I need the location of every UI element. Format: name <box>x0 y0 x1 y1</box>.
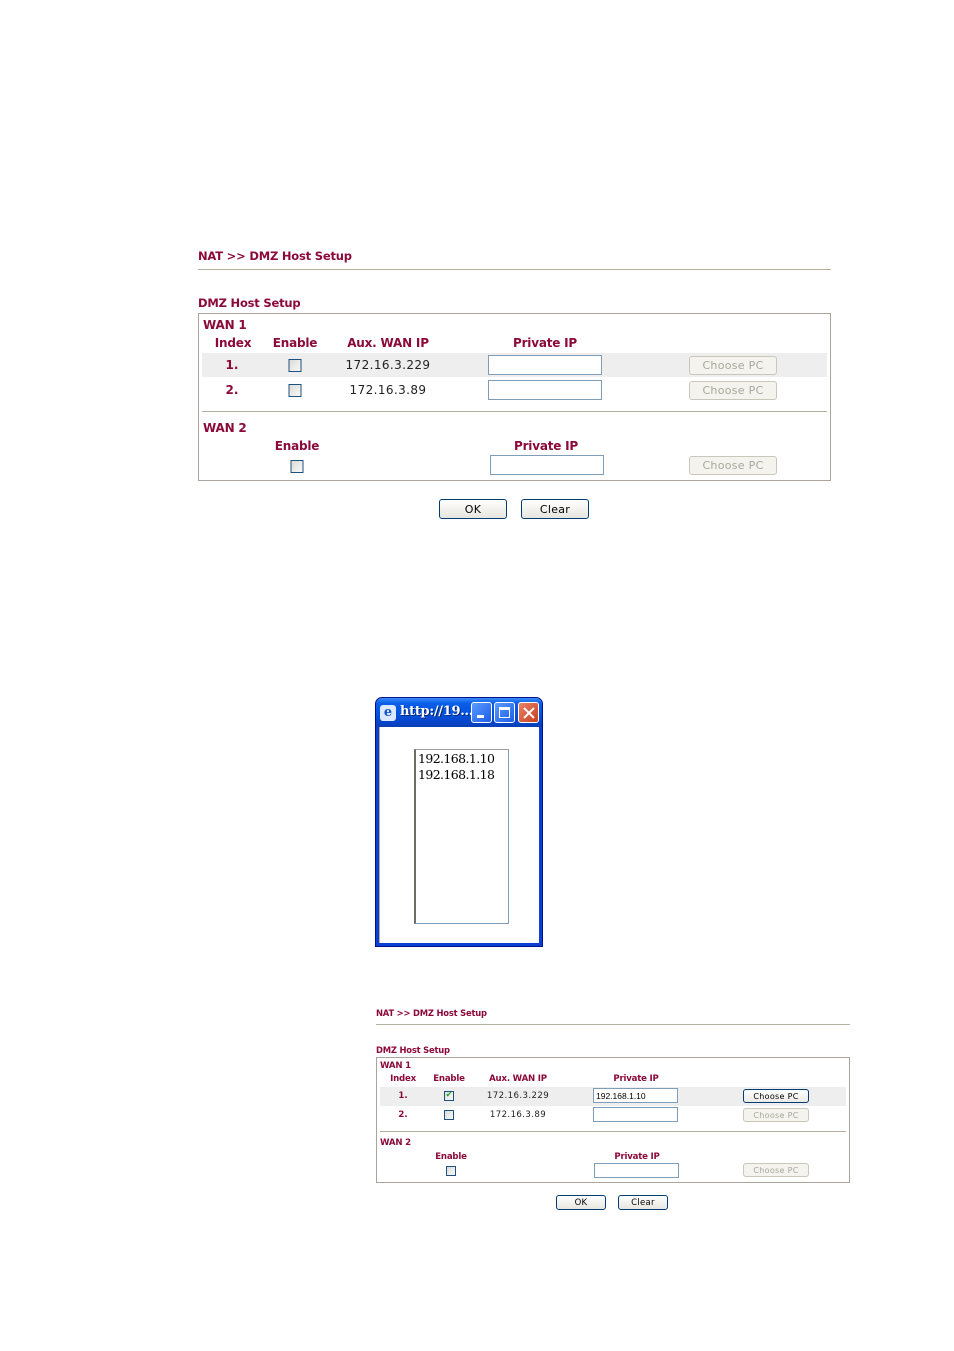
list-item[interactable]: 192.168.1.18 <box>418 767 506 783</box>
clear-button[interactable]: Clear <box>618 1195 668 1210</box>
ok-button[interactable]: OK <box>556 1195 606 1210</box>
choose-pc-button[interactable]: Choose PC <box>743 1089 809 1103</box>
section-title: DMZ Host Setup <box>376 1045 450 1055</box>
wan2-choose-pc-button[interactable]: Choose PC <box>689 456 777 475</box>
wan1-row-2: 2. 172.16.3.89 Choose PC <box>202 377 827 403</box>
popup-title: http://19... <box>400 704 473 719</box>
breadcrumb-divider <box>198 269 831 270</box>
wan2-choose-pc-button[interactable]: Choose PC <box>743 1163 809 1177</box>
list-item[interactable]: 192.168.1.10 <box>418 751 506 767</box>
ok-button[interactable]: OK <box>439 499 507 519</box>
wan2-private-ip-input[interactable] <box>594 1163 679 1178</box>
private-ip-input[interactable]: 192.168.1.10 <box>593 1088 678 1103</box>
header-enable: Enable <box>272 336 318 350</box>
breadcrumb: NAT >> DMZ Host Setup <box>376 1008 487 1018</box>
header-aux-wan-ip: Aux. WAN IP <box>347 336 429 350</box>
wan2-enable-checkbox[interactable] <box>290 460 304 473</box>
wan-divider <box>202 411 827 412</box>
header-index: Index <box>214 336 252 350</box>
enable-checkbox[interactable] <box>288 384 302 397</box>
wan2-enable-checkbox[interactable] <box>446 1166 456 1176</box>
breadcrumb: NAT >> DMZ Host Setup <box>198 249 352 263</box>
minimize-icon[interactable] <box>471 702 492 723</box>
header-enable: Enable <box>435 1152 467 1162</box>
header-enable: Enable <box>274 439 320 453</box>
header-private-ip: Private IP <box>614 1152 660 1162</box>
wan1-row-1: 1. 172.16.3.229 192.168.1.10 Choose PC <box>380 1087 846 1106</box>
wan2-title: WAN 2 <box>203 421 247 435</box>
enable-checkbox-checked[interactable] <box>444 1090 454 1101</box>
aux-wan-ip: 172.16.3.89 <box>349 383 427 397</box>
wan1-row-1: 1. 172.16.3.229 Choose PC <box>202 353 827 377</box>
popup-titlebar[interactable]: e http://19... <box>376 698 542 727</box>
row-index: 1. <box>398 1091 408 1101</box>
aux-wan-ip: 172.16.3.229 <box>345 358 431 372</box>
header-aux-wan-ip: Aux. WAN IP <box>489 1074 547 1084</box>
close-icon[interactable] <box>518 702 539 723</box>
breadcrumb-divider <box>376 1024 850 1025</box>
maximize-icon[interactable] <box>494 702 515 723</box>
row-index: 2. <box>225 383 239 397</box>
wan1-title: WAN 1 <box>380 1061 411 1071</box>
header-index: Index <box>390 1074 416 1084</box>
section-title: DMZ Host Setup <box>198 296 301 310</box>
dmz-settings-box: WAN 1 Index Enable Aux. WAN IP Private I… <box>376 1057 850 1183</box>
private-ip-input[interactable] <box>488 355 602 375</box>
header-private-ip: Private IP <box>613 1074 659 1084</box>
ie-icon: e <box>380 705 396 721</box>
choose-pc-button[interactable]: Choose PC <box>743 1108 809 1122</box>
choose-pc-button[interactable]: Choose PC <box>689 381 777 400</box>
wan1-row-2: 2. 172.16.3.89 Choose PC <box>380 1106 846 1125</box>
aux-wan-ip: 172.16.3.229 <box>486 1091 550 1101</box>
row-index: 1. <box>225 358 239 372</box>
enable-checkbox[interactable] <box>444 1110 454 1120</box>
choose-pc-button[interactable]: Choose PC <box>689 356 777 375</box>
header-enable: Enable <box>433 1074 465 1084</box>
dmz-settings-box: WAN 1 Index Enable Aux. WAN IP Private I… <box>198 313 831 481</box>
wan2-private-ip-input[interactable] <box>490 455 604 475</box>
private-ip-input[interactable] <box>488 380 602 400</box>
wan1-title: WAN 1 <box>203 318 247 332</box>
header-private-ip: Private IP <box>512 336 578 350</box>
row-index: 2. <box>398 1110 408 1120</box>
pc-ip-listbox[interactable]: 192.168.1.10 192.168.1.18 <box>414 749 509 924</box>
header-private-ip: Private IP <box>513 439 579 453</box>
dmz-host-setup-panel-filled: NAT >> DMZ Host Setup DMZ Host Setup WAN… <box>376 1008 850 1213</box>
private-ip-input[interactable] <box>593 1107 678 1122</box>
clear-button[interactable]: Clear <box>521 499 589 519</box>
aux-wan-ip: 172.16.3.89 <box>489 1110 547 1120</box>
popup-client-area: 192.168.1.10 192.168.1.18 <box>379 727 539 943</box>
wan-divider <box>380 1131 846 1132</box>
enable-checkbox[interactable] <box>288 359 302 372</box>
dmz-host-setup-panel-initial: NAT >> DMZ Host Setup DMZ Host Setup WAN… <box>198 249 831 524</box>
choose-pc-popup-window: e http://19... 192.168.1.10 192.168.1.18 <box>375 697 543 947</box>
wan2-title: WAN 2 <box>380 1138 411 1148</box>
